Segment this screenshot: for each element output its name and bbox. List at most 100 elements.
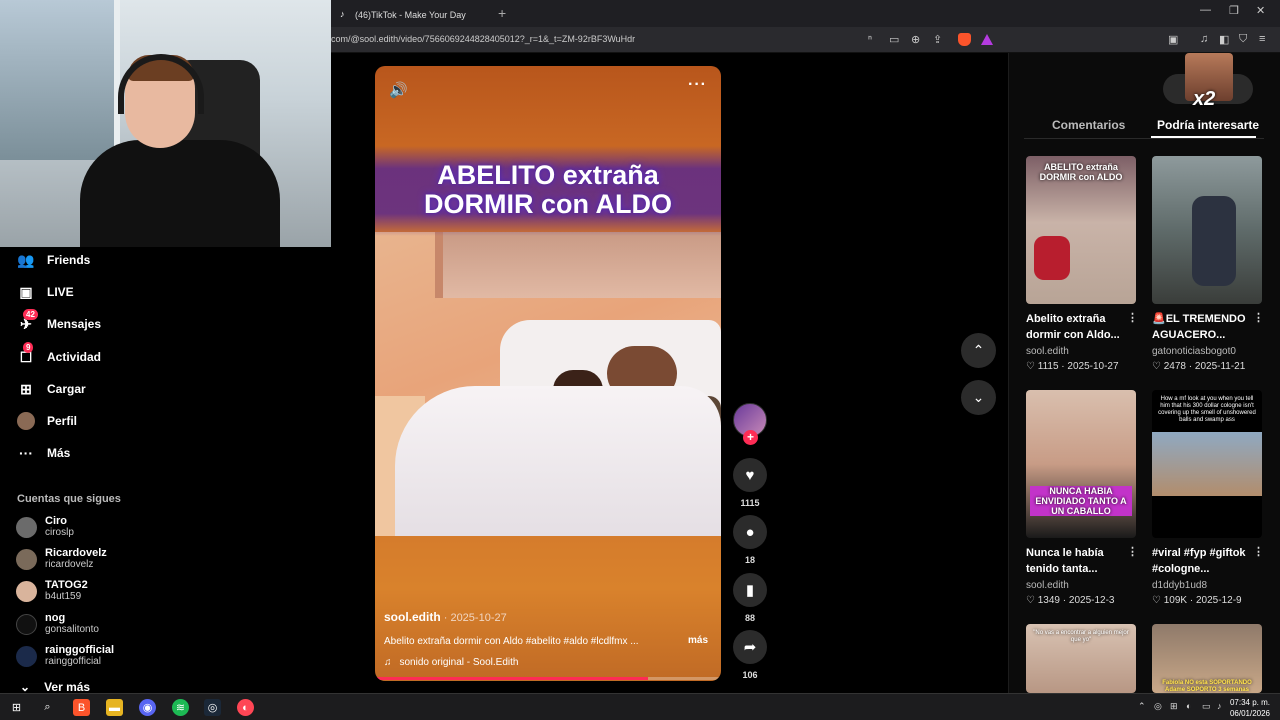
vpn-shield-icon[interactable]: ⛉	[1239, 33, 1247, 46]
close-icon[interactable]: ✕	[1256, 4, 1265, 17]
share-icon[interactable]: ⇪	[933, 33, 942, 46]
tab-comments[interactable]: Comentarios	[1052, 118, 1125, 132]
bookmark-icon[interactable]: ▮	[733, 573, 767, 607]
tab-recommended[interactable]: Podría interesarte	[1157, 118, 1259, 132]
sidebar-item-upload[interactable]: ⊞ Cargar	[17, 378, 86, 400]
followed-account[interactable]: TATOG2 b4ut159	[16, 578, 88, 604]
new-tab-button[interactable]: +	[498, 5, 506, 21]
comment-action[interactable]: ● 18	[733, 515, 767, 565]
video-sound[interactable]: ♫ sonido original - Sool.Edith	[384, 657, 518, 668]
sidebar-item-friends[interactable]: 👥 Friends	[17, 249, 90, 271]
spotify-icon[interactable]: ≋	[172, 699, 189, 716]
zoom-icon[interactable]: ⊕	[911, 33, 920, 46]
see-more-button[interactable]: ⌄ Ver más	[20, 680, 90, 694]
video-author[interactable]: sool.edith · 2025-10-27	[384, 610, 507, 624]
restore-icon[interactable]: ❐	[1229, 4, 1239, 17]
network-icon[interactable]: ▭	[1202, 701, 1211, 712]
followed-account[interactable]: Ciro ciroslp	[16, 514, 74, 540]
card-title[interactable]: #viral #fyp #giftok #cologne...	[1152, 545, 1247, 577]
card-author[interactable]: sool.edith	[1026, 346, 1069, 357]
video-thumbnail[interactable]: ABELITO extraña DORMIR con ALDO	[1026, 156, 1136, 304]
video-thumbnail[interactable]: How a mf look at you when you tell him t…	[1152, 390, 1262, 538]
discord-icon[interactable]: ◉	[139, 699, 156, 716]
media-icon[interactable]: ♫	[1200, 33, 1208, 45]
like-action[interactable]: ♥ 1115	[733, 458, 767, 508]
card-likes: 1115	[1037, 361, 1059, 372]
sound-label[interactable]: sonido original - Sool.Edith	[400, 657, 519, 668]
avatar	[16, 645, 37, 667]
followed-account[interactable]: rainggofficial rainggofficial	[16, 643, 114, 669]
share-action[interactable]: ➦ 106	[733, 630, 767, 680]
card-author[interactable]: d1ddyb1ud8	[1152, 580, 1207, 591]
tray-chevron-icon[interactable]: ⌃	[1138, 701, 1146, 712]
sidebar-item-profile[interactable]: Perfil	[17, 410, 77, 432]
app-icon[interactable]: ◐	[237, 699, 254, 716]
brave-shield-icon[interactable]	[958, 33, 971, 46]
share-arrow-icon[interactable]: ➦	[733, 630, 767, 664]
followed-account[interactable]: Ricardovelz ricardovelz	[16, 546, 107, 572]
card-date: 2025-12-9	[1196, 595, 1242, 606]
account-handle: ricardovelz	[45, 559, 94, 570]
volume-tray-icon[interactable]: ♪	[1217, 701, 1222, 711]
video-progress-bar[interactable]	[375, 677, 721, 680]
kebab-menu-icon[interactable]: ⋮	[1253, 311, 1264, 324]
more-options-icon[interactable]: ···	[688, 76, 707, 94]
video-player[interactable]: ABELITO extraña DORMIR con ALDO 🔊 ··· so…	[375, 66, 721, 681]
follow-button[interactable]: +	[743, 430, 758, 445]
card-title[interactable]: Abelito extraña dormir con Aldo...	[1026, 311, 1121, 343]
brave-browser-icon[interactable]: B	[73, 699, 90, 716]
card-title[interactable]: Nunca le había tenido tanta...	[1026, 545, 1121, 577]
volume-icon[interactable]: 🔊	[389, 81, 408, 99]
wallet-icon[interactable]: ▣	[1168, 33, 1178, 46]
caption-more-link[interactable]: más	[688, 635, 708, 646]
file-explorer-icon[interactable]: ▬	[106, 699, 123, 716]
video-overlay-title: ABELITO extraña DORMIR con ALDO	[375, 161, 721, 219]
tray-app-icon[interactable]: ◐	[1186, 701, 1191, 711]
video-thumbnail[interactable]: NUNCA HABIA ENVIDIADO TANTO A UN CABALLO	[1026, 390, 1136, 538]
card-title[interactable]: 🚨EL TREMENDO AGUACERO...	[1152, 311, 1247, 343]
card-stats: ♡ 1115 · 2025-10-27	[1026, 361, 1119, 372]
kebab-menu-icon[interactable]: ⋮	[1127, 311, 1138, 324]
kebab-menu-icon[interactable]: ⋮	[1253, 545, 1264, 558]
sidebar-item-live[interactable]: ▣ LIVE	[17, 281, 73, 303]
steam-icon[interactable]: ◎	[204, 699, 221, 716]
card-author[interactable]: sool.edith	[1026, 580, 1069, 591]
video-thumbnail[interactable]	[1152, 156, 1262, 304]
heart-icon[interactable]: ♥	[733, 458, 767, 492]
video-thumbnail[interactable]: Fabiola NO esta SOPORTANDO Adame SOPORTO…	[1152, 624, 1262, 693]
chevron-down-icon: ⌄	[20, 680, 31, 694]
search-icon[interactable]: ⌕	[39, 699, 56, 716]
system-clock[interactable]: 07:34 p. m. 06/01/2026	[1230, 697, 1270, 719]
account-handle: b4ut159	[45, 591, 82, 602]
profile-avatar	[17, 412, 35, 430]
translate-icon[interactable]: ⁿ	[868, 33, 872, 45]
sidebar-item-activity[interactable]: ☐ 9 Actividad	[17, 342, 101, 368]
account-handle: rainggofficial	[45, 656, 101, 667]
see-more-label: Ver más	[44, 680, 91, 694]
comment-icon[interactable]: ●	[733, 515, 767, 549]
tray-steam-icon[interactable]: ◎	[1154, 701, 1162, 712]
video-thumbnail[interactable]: "No vas a encontrar a alguien mejor que …	[1026, 624, 1136, 693]
save-action[interactable]: ▮ 88	[733, 573, 767, 623]
next-video-button[interactable]: ⌄	[961, 380, 996, 415]
share-count: 106	[742, 670, 758, 680]
browser-tab[interactable]: ♪ (46)TikTok - Make Your Day	[332, 2, 492, 27]
tray-app-icon[interactable]: ⊞	[1170, 701, 1178, 712]
sidebar-toggle-icon[interactable]: ◧	[1219, 33, 1229, 46]
minimize-icon[interactable]: —	[1200, 4, 1211, 16]
sidebar-item-more[interactable]: ··· Más	[17, 442, 70, 464]
sidebar-item-messages[interactable]: ✈ 42 Mensajes	[17, 309, 101, 335]
followed-account[interactable]: nog gonsalitonto	[16, 611, 99, 637]
url-text[interactable]: com/@sool.edith/video/756606924482840501…	[331, 34, 635, 44]
windows-start-icon[interactable]: ⊞	[8, 699, 25, 716]
previous-video-button[interactable]: ⌃	[961, 333, 996, 368]
brave-rewards-icon[interactable]	[981, 34, 993, 45]
messages-icon: ✈ 42	[17, 309, 38, 333]
card-author[interactable]: gatonoticiasbogot0	[1152, 346, 1236, 357]
menu-icon[interactable]: ≡	[1259, 33, 1265, 45]
kebab-menu-icon[interactable]: ⋮	[1127, 545, 1138, 558]
activity-icon: ☐ 9	[19, 342, 34, 365]
cast-icon[interactable]: ▭	[889, 33, 899, 46]
author-name[interactable]: sool.edith	[384, 610, 441, 624]
sidebar-item-label: Más	[47, 446, 71, 460]
